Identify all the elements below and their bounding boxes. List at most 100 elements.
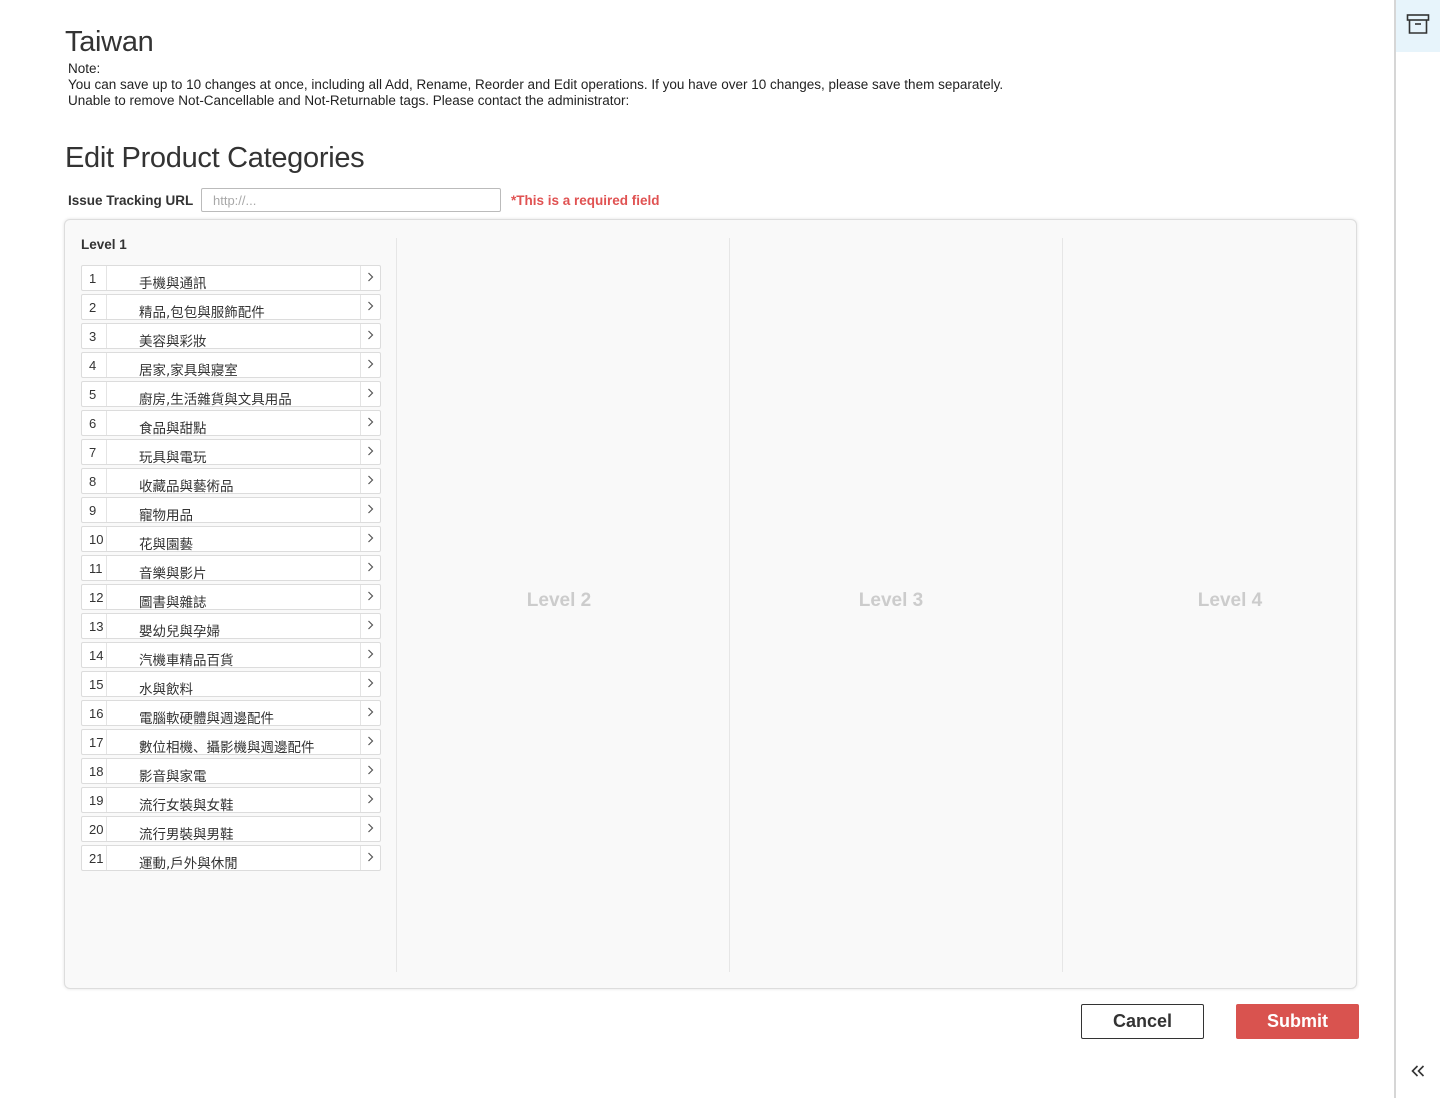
category-name[interactable]: 玩具與電玩	[107, 440, 360, 464]
category-name[interactable]: 音樂與影片	[107, 556, 360, 580]
category-number: 7	[82, 440, 107, 464]
cancel-button[interactable]: Cancel	[1081, 1004, 1204, 1039]
category-number: 13	[82, 614, 107, 638]
category-row[interactable]: 10 花與園藝	[81, 526, 381, 552]
expand-category-button[interactable]	[360, 440, 380, 464]
category-row[interactable]: 13 嬰幼兒與孕婦	[81, 613, 381, 639]
category-row[interactable]: 4 居家,家具與寢室	[81, 352, 381, 378]
category-number: 15	[82, 672, 107, 696]
issue-tracking-url-row: Issue Tracking URL *This is a required f…	[68, 187, 660, 213]
category-number: 20	[82, 817, 107, 841]
category-row[interactable]: 16 電腦軟硬體與週邊配件	[81, 700, 381, 726]
category-row[interactable]: 17 數位相機、攝影機與週邊配件	[81, 729, 381, 755]
issue-tracking-url-label: Issue Tracking URL	[68, 192, 194, 208]
expand-category-button[interactable]	[360, 353, 380, 377]
category-name[interactable]: 食品與甜點	[107, 411, 360, 435]
note-line-change-limit: You can save up to 10 changes at once, i…	[68, 77, 1004, 92]
category-number: 19	[82, 788, 107, 812]
archive-button[interactable]	[1396, 0, 1440, 52]
expand-category-button[interactable]	[360, 846, 380, 870]
chevron-right-icon	[367, 472, 374, 490]
category-row[interactable]: 1 手機與通訊	[81, 265, 381, 291]
category-name[interactable]: 數位相機、攝影機與週邊配件	[107, 730, 360, 754]
category-name[interactable]: 流行女裝與女鞋	[107, 788, 360, 812]
expand-category-button[interactable]	[360, 324, 380, 348]
category-number: 10	[82, 527, 107, 551]
expand-category-button[interactable]	[360, 498, 380, 522]
category-row[interactable]: 3 美容與彩妝	[81, 323, 381, 349]
category-name[interactable]: 廚房,生活雜貨與文具用品	[107, 382, 360, 406]
category-row[interactable]: 15 水與飲料	[81, 671, 381, 697]
category-row[interactable]: 6 食品與甜點	[81, 410, 381, 436]
chevron-right-icon	[367, 791, 374, 809]
category-number: 14	[82, 643, 107, 667]
category-row[interactable]: 5 廚房,生活雜貨與文具用品	[81, 381, 381, 407]
category-row[interactable]: 12 圖書與雜誌	[81, 584, 381, 610]
category-name[interactable]: 收藏品與藝術品	[107, 469, 360, 493]
expand-category-button[interactable]	[360, 730, 380, 754]
category-number: 6	[82, 411, 107, 435]
submit-button[interactable]: Submit	[1236, 1004, 1359, 1039]
expand-category-button[interactable]	[360, 788, 380, 812]
category-row[interactable]: 19 流行女裝與女鞋	[81, 787, 381, 813]
note-heading: Note:	[68, 61, 101, 76]
expand-category-button[interactable]	[360, 556, 380, 580]
expand-category-button[interactable]	[360, 295, 380, 319]
expand-category-button[interactable]	[360, 585, 380, 609]
expand-category-button[interactable]	[360, 759, 380, 783]
category-name[interactable]: 影音與家電	[107, 759, 360, 783]
category-row[interactable]: 8 收藏品與藝術品	[81, 468, 381, 494]
expand-category-button[interactable]	[360, 643, 380, 667]
category-name[interactable]: 圖書與雜誌	[107, 585, 360, 609]
category-number: 11	[82, 556, 107, 580]
expand-category-button[interactable]	[360, 382, 380, 406]
chevron-right-icon	[367, 414, 374, 432]
category-row[interactable]: 11 音樂與影片	[81, 555, 381, 581]
category-editor: Level 1 1 手機與通訊 2 精品,包包與服飾配件 3 美容與彩妝 4 居家,家具與寢室…	[64, 219, 1357, 989]
expand-category-button[interactable]	[360, 266, 380, 290]
category-name[interactable]: 花與園藝	[107, 527, 360, 551]
expand-category-button[interactable]	[360, 411, 380, 435]
side-rail	[1394, 0, 1440, 1098]
category-row[interactable]: 9 寵物用品	[81, 497, 381, 523]
category-row[interactable]: 2 精品,包包與服飾配件	[81, 294, 381, 320]
category-name[interactable]: 寵物用品	[107, 498, 360, 522]
category-number: 5	[82, 382, 107, 406]
category-row[interactable]: 18 影音與家電	[81, 758, 381, 784]
category-name[interactable]: 嬰幼兒與孕婦	[107, 614, 360, 638]
chevron-right-icon	[367, 762, 374, 780]
expand-category-button[interactable]	[360, 614, 380, 638]
expand-category-button[interactable]	[360, 817, 380, 841]
category-name[interactable]: 美容與彩妝	[107, 324, 360, 348]
category-name[interactable]: 精品,包包與服飾配件	[107, 295, 360, 319]
category-name[interactable]: 運動,戶外與休閒	[107, 846, 360, 870]
category-row[interactable]: 14 汽機車精品百貨	[81, 642, 381, 668]
category-name[interactable]: 水與飲料	[107, 672, 360, 696]
category-row[interactable]: 20 流行男裝與男鞋	[81, 816, 381, 842]
category-name[interactable]: 手機與通訊	[107, 266, 360, 290]
chevron-right-icon	[367, 588, 374, 606]
expand-category-button[interactable]	[360, 527, 380, 551]
chevron-right-icon	[367, 385, 374, 403]
chevron-right-icon	[367, 327, 374, 345]
category-number: 8	[82, 469, 107, 493]
category-number: 4	[82, 353, 107, 377]
category-number: 2	[82, 295, 107, 319]
category-name[interactable]: 電腦軟硬體與週邊配件	[107, 701, 360, 725]
chevron-right-icon	[367, 530, 374, 548]
category-row[interactable]: 7 玩具與電玩	[81, 439, 381, 465]
collapse-panel-button[interactable]	[1396, 1058, 1440, 1088]
issue-tracking-url-input[interactable]	[201, 188, 501, 212]
category-name[interactable]: 汽機車精品百貨	[107, 643, 360, 667]
category-name[interactable]: 居家,家具與寢室	[107, 353, 360, 377]
expand-category-button[interactable]	[360, 672, 380, 696]
category-row[interactable]: 21 運動,戶外與休閒	[81, 845, 381, 871]
expand-category-button[interactable]	[360, 469, 380, 493]
note-line-tags: Unable to remove Not-Cancellable and Not…	[68, 93, 630, 108]
chevron-right-icon	[367, 356, 374, 374]
chevron-right-icon	[367, 704, 374, 722]
chevron-right-icon	[367, 849, 374, 867]
expand-category-button[interactable]	[360, 701, 380, 725]
required-field-message: *This is a required field	[511, 192, 660, 208]
category-name[interactable]: 流行男裝與男鞋	[107, 817, 360, 841]
